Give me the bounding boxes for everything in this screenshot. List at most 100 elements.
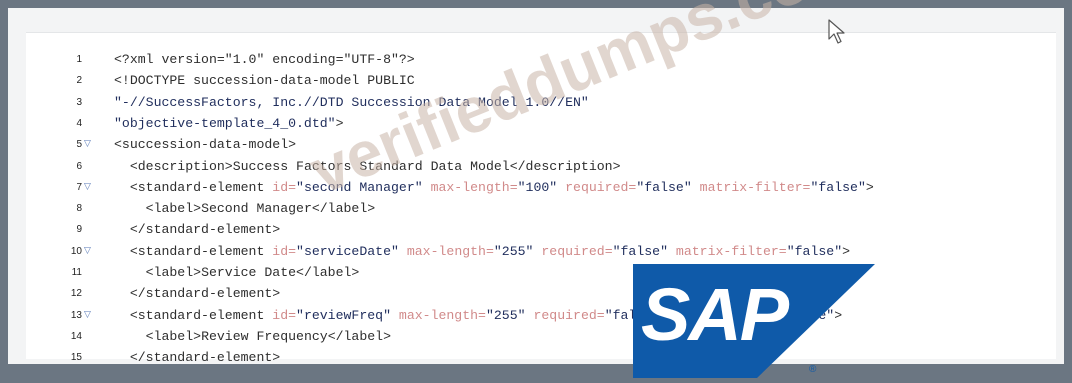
code-token-tag: </label> [327,328,391,344]
sap-logo: SAP ® [633,264,875,378]
code-token-val: "-//SuccessFactors, Inc.//DTD Succession… [114,94,589,110]
code-line[interactable]: 5 ▽ <succession-data-model> [26,134,1056,155]
code-text: <label>Second Manager</label> [114,198,376,219]
line-number: 4 [76,117,82,129]
code-token-attr: required= [557,179,637,195]
code-token-attr: id= [272,243,297,259]
code-line[interactable]: 9 </standard-element> [26,219,1056,240]
code-text: <standard-element id="serviceDate" max-l… [114,241,850,262]
code-line[interactable]: 6 <description>Success Factors Standard … [26,156,1056,177]
code-token-attr: max-length= [422,179,518,195]
code-text: <succession-data-model> [114,134,296,155]
code-token-text: Second Manager [201,201,312,217]
code-line[interactable]: 13 ▽ <standard-element id="reviewFreq" ma… [26,305,1056,326]
code-line[interactable]: 2 <!DOCTYPE succession-data-model PUBLIC [26,70,1056,91]
code-token-tag: <succession-data-model> [114,137,297,153]
code-text: </standard-element> [114,219,280,240]
code-token-tag: </standard-element> [114,286,281,302]
code-token-tag: <description> [114,158,233,174]
line-number: 14 [70,330,82,342]
code-token-tag: > [865,179,874,195]
code-token-tag: </label> [311,201,376,217]
line-number: 7 [76,181,82,193]
code-token-val: "reviewFreq" [296,307,391,323]
code-text: <standard-element id="second Manager" ma… [114,177,874,198]
code-token-tag: </standard-element> [114,350,281,366]
code-token-tag: <?xml version="1.0" encoding="UTF-8"?> [114,52,415,67]
line-number: 3 [76,96,82,108]
code-text: "objective-template_4_0.dtd"> [114,113,344,134]
line-number: 12 [70,288,82,300]
code-token-tag: <standard-element [114,243,273,259]
screenshot-frame: 1 <?xml version="1.0" encoding="UTF-8"?> 2… [8,8,1064,365]
code-text: <description>Success Factors Standard Da… [114,156,621,177]
code-token-attr: max-length= [391,307,486,323]
line-number: 1 [76,54,82,65]
code-token-tag: <label> [114,328,202,344]
code-token-attr: max-length= [398,243,494,259]
line-number: 9 [76,224,82,236]
sap-logo-registered: ® [809,364,817,375]
code-token-tag: > [842,243,851,259]
code-token-val: "objective-template_4_0.dtd" [114,115,336,131]
line-number: 5 [76,139,82,151]
line-number: 13 [70,309,82,321]
code-token-tag: <label> [114,201,202,217]
code-token-val: "false" [636,179,692,195]
fold-toggle-icon[interactable]: ▽ [84,177,91,198]
code-text: <label>Review Frequency</label> [114,326,391,347]
code-line[interactable]: 4 "objective-template_4_0.dtd"> [26,113,1056,134]
code-token-val: "255" [493,243,534,259]
code-token-attr: required= [533,243,613,259]
code-line[interactable]: 8 <label>Second Manager</label> [26,198,1056,219]
code-token-tag: </label> [296,265,360,280]
code-line[interactable]: 10 ▽ <standard-element id="serviceDate" m… [26,241,1056,262]
line-number: 6 [76,160,82,172]
mouse-pointer-icon [828,19,845,44]
code-editor[interactable]: 1 <?xml version="1.0" encoding="UTF-8"?> 2… [26,32,1056,365]
code-token-val: "false" [612,243,669,259]
code-text: "-//SuccessFactors, Inc.//DTD Succession… [114,92,589,113]
line-number: 11 [71,267,82,278]
code-token-tag: <standard-element [114,179,273,195]
line-number: 2 [76,75,82,87]
code-token-attr: id= [272,179,297,195]
line-number: 8 [76,203,82,215]
code-line[interactable]: 7 ▽ <standard-element id="second Manager"… [26,177,1056,198]
code-line[interactable]: 11 <label>Service Date</label> [26,262,1056,283]
fold-toggle-icon[interactable]: ▽ [84,305,91,326]
line-number: 15 [70,352,82,364]
code-line[interactable]: 12 </standard-element> [26,283,1056,304]
code-token-val: "100" [517,179,558,195]
code-token-tag: <standard-element [114,307,273,323]
code-token-tag: > [335,115,344,131]
code-text: <!DOCTYPE succession-data-model PUBLIC [114,70,415,91]
code-line[interactable]: 1 <?xml version="1.0" encoding="UTF-8"?> [26,49,1056,70]
code-token-text: Success Factors Standard Data Model [232,158,510,174]
code-token-val: "serviceDate" [296,243,399,259]
code-token-tag: <label> [114,265,202,280]
code-token-attr: required= [525,307,605,323]
code-token-tag: </description> [509,158,621,174]
code-text: </standard-element> [114,283,280,304]
code-text: <label>Service Date</label> [114,262,360,283]
sap-logo-text: SAP [641,273,789,356]
code-token-val: "255" [485,307,526,323]
line-number: 10 [70,245,82,257]
code-token-tag: <!DOCTYPE succession-data-model PUBLIC [114,73,415,89]
code-token-attr: id= [272,307,297,323]
code-token-val: "second Manager" [296,179,423,195]
code-token-val: "false" [810,179,866,195]
code-token-text: Service Date [201,265,297,280]
fold-toggle-icon[interactable]: ▽ [84,241,91,262]
code-token-attr: matrix-filter= [691,179,811,195]
code-line[interactable]: 3 "-//SuccessFactors, Inc.//DTD Successio… [26,92,1056,113]
code-text: </standard-element> [114,347,280,368]
code-line[interactable]: 14 <label>Review Frequency</label> [26,326,1056,347]
code-token-val: "false" [786,243,843,259]
code-line[interactable]: 15 </standard-element> [26,347,1056,368]
fold-toggle-icon[interactable]: ▽ [84,134,91,155]
code-token-text: Review Frequency [201,328,328,344]
code-token-attr: matrix-filter= [668,243,787,259]
code-token-tag: </standard-element> [114,222,281,238]
